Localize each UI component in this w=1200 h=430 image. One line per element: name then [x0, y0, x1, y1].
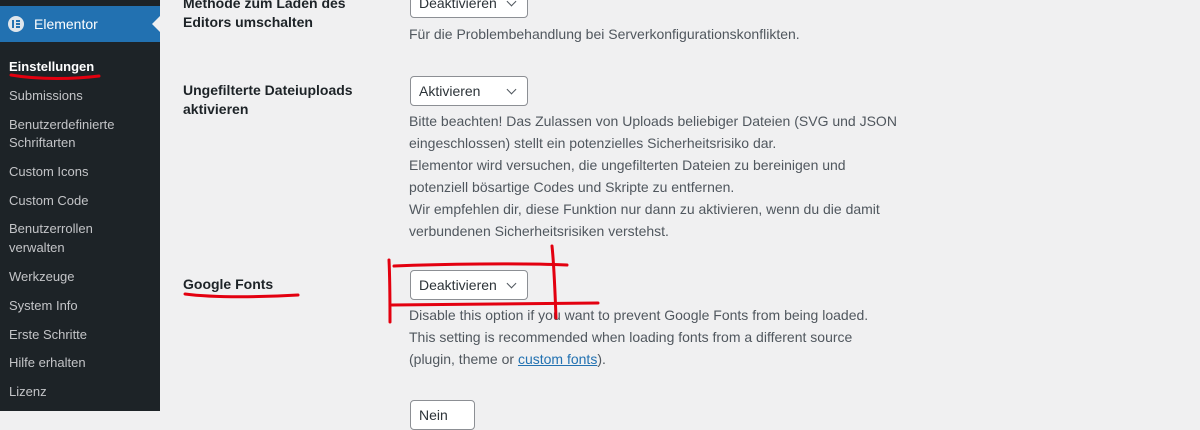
sidebar-item-einstellungen[interactable]: Einstellungen	[9, 57, 94, 76]
sidebar-item-tools[interactable]: Werkzeuge	[9, 267, 75, 286]
description-line: Bitte beachten! Das Zulassen von Uploads…	[409, 113, 897, 129]
box-top-line	[392, 262, 569, 268]
sidebar-item-submissions[interactable]: Submissions	[9, 86, 83, 105]
underline-google-fonts	[183, 292, 300, 299]
google-fonts-description: Disable this option if you want to preve…	[409, 304, 868, 370]
sidebar-item-role-manager-line1[interactable]: Benutzerrollen	[9, 219, 93, 238]
sidebar-item-custom-icons[interactable]: Custom Icons	[9, 162, 88, 181]
google-fonts-value: Deaktivieren	[419, 277, 497, 293]
editor-method-label-line1: Methode zum Laden des	[183, 0, 346, 11]
unfiltered-uploads-value: Aktivieren	[419, 83, 481, 99]
description-line: This setting is recommended when loading…	[409, 329, 853, 345]
description-line: eingeschlossen) stellt ein potenzielles …	[409, 135, 777, 151]
unfiltered-uploads-label-line1: Ungefilterte Dateiuploads	[183, 82, 353, 98]
sidebar-item-system-info[interactable]: System Info	[9, 296, 78, 315]
description-line: potenziell bösartige Codes und Skripte z…	[409, 179, 735, 195]
google-fonts-label: Google Fonts	[183, 276, 274, 292]
next-setting-select[interactable]: Nein	[410, 400, 475, 430]
custom-fonts-link[interactable]: custom fonts	[518, 351, 597, 367]
sidebar-item-custom-fonts-line1[interactable]: Benutzerdefinierte	[9, 115, 115, 134]
elementor-icon	[8, 16, 24, 32]
next-setting-value: Nein	[419, 407, 448, 423]
elementor-menu-header[interactable]: Elementor	[0, 6, 160, 42]
editor-method-value: Deaktivieren	[419, 0, 497, 11]
editor-method-label-line2: Editors umschalten	[183, 14, 313, 30]
sidebar-item-getting-started[interactable]: Erste Schritte	[9, 325, 87, 344]
chevron-down-icon	[506, 84, 517, 94]
description-line: verbundenen Sicherheitsrisiken verstehst…	[409, 223, 669, 239]
description-line: Disable this option if you want to preve…	[409, 307, 869, 323]
description-prefix: (plugin, theme or	[409, 351, 518, 367]
unfiltered-uploads-description: Bitte beachten! Das Zulassen von Uploads…	[409, 110, 897, 242]
unfiltered-uploads-label-line2: aktivieren	[183, 101, 249, 117]
chevron-down-icon	[506, 278, 517, 288]
sidebar-item-get-help[interactable]: Hilfe erhalten	[9, 353, 86, 372]
editor-method-select[interactable]: Deaktivieren	[410, 0, 528, 18]
editor-method-description: Für die Problembehandlung bei Serverkonf…	[409, 26, 800, 42]
sidebar-item-role-manager-line2[interactable]: verwalten	[9, 238, 65, 257]
chevron-down-icon	[506, 0, 517, 6]
description-line: Wir empfehlen dir, diese Funktion nur da…	[409, 201, 880, 217]
unfiltered-uploads-select[interactable]: Aktivieren	[410, 76, 528, 106]
elementor-menu-label: Elementor	[34, 16, 98, 32]
sidebar-item-custom-fonts-line2[interactable]: Schriftarten	[9, 133, 75, 152]
description-line: Elementor wird versuchen, die ungefilter…	[409, 157, 846, 173]
google-fonts-select[interactable]: Deaktivieren	[410, 270, 528, 300]
box-left-line	[387, 258, 392, 324]
sidebar-item-custom-code[interactable]: Custom Code	[9, 191, 88, 210]
sidebar-item-license[interactable]: Lizenz	[9, 382, 47, 401]
description-suffix: ).	[597, 351, 606, 367]
next-setting-label-cut: ▬▬▬▬ ▬▬▬▬▬▬▬ ▬	[183, 403, 323, 411]
admin-sidebar: Elementor Einstellungen Submissions Benu…	[0, 0, 160, 411]
description-line: (plugin, theme or custom fonts).	[409, 348, 868, 370]
